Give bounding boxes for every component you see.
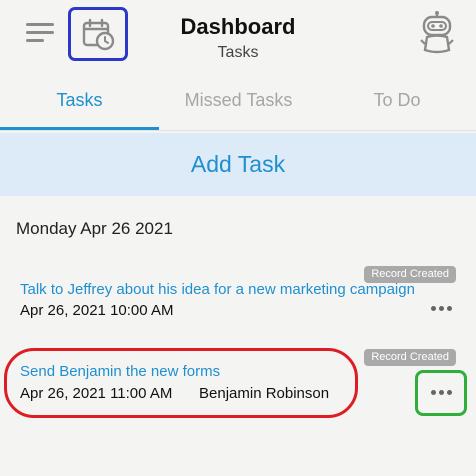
task-title: Talk to Jeffrey about his idea for a new…: [20, 281, 415, 298]
app-header: Dashboard Tasks: [0, 0, 476, 72]
task-assignee: Benjamin Robinson: [199, 385, 330, 402]
page-subtitle: Tasks: [217, 44, 259, 61]
task-more-button[interactable]: [416, 370, 466, 414]
tab-tasks[interactable]: Tasks: [0, 74, 159, 130]
status-badge: Record Created: [364, 349, 456, 366]
task-title: Send Benjamin the new forms: [20, 363, 221, 380]
date-header: Monday Apr 26 2021: [16, 219, 173, 238]
task-datetime: Apr 26, 2021 10:00 AM: [20, 302, 174, 319]
tab-missed-tasks[interactable]: Missed Tasks: [159, 74, 318, 130]
page-title: Dashboard: [180, 14, 296, 39]
robot-icon: [420, 11, 454, 54]
task-item[interactable]: Record Created Talk to Jeffrey about his…: [0, 264, 476, 324]
task-datetime: Apr 26, 2021 11:00 AM: [20, 385, 173, 402]
tab-divider: [0, 130, 476, 131]
dashboard-screen: Dashboard Tasks Tasks Missed Tasks To Do…: [0, 0, 476, 476]
task-item[interactable]: Record Created Send Benjamin the new for…: [0, 348, 476, 408]
more-options-icon: [430, 389, 452, 395]
add-task-button[interactable]: Add Task: [0, 133, 476, 196]
task-more-button[interactable]: [416, 286, 466, 330]
tab-bar: Tasks Missed Tasks To Do: [0, 74, 476, 130]
assistant-button[interactable]: [414, 10, 460, 56]
more-options-icon: [430, 305, 452, 311]
tab-to-do[interactable]: To Do: [318, 74, 476, 130]
